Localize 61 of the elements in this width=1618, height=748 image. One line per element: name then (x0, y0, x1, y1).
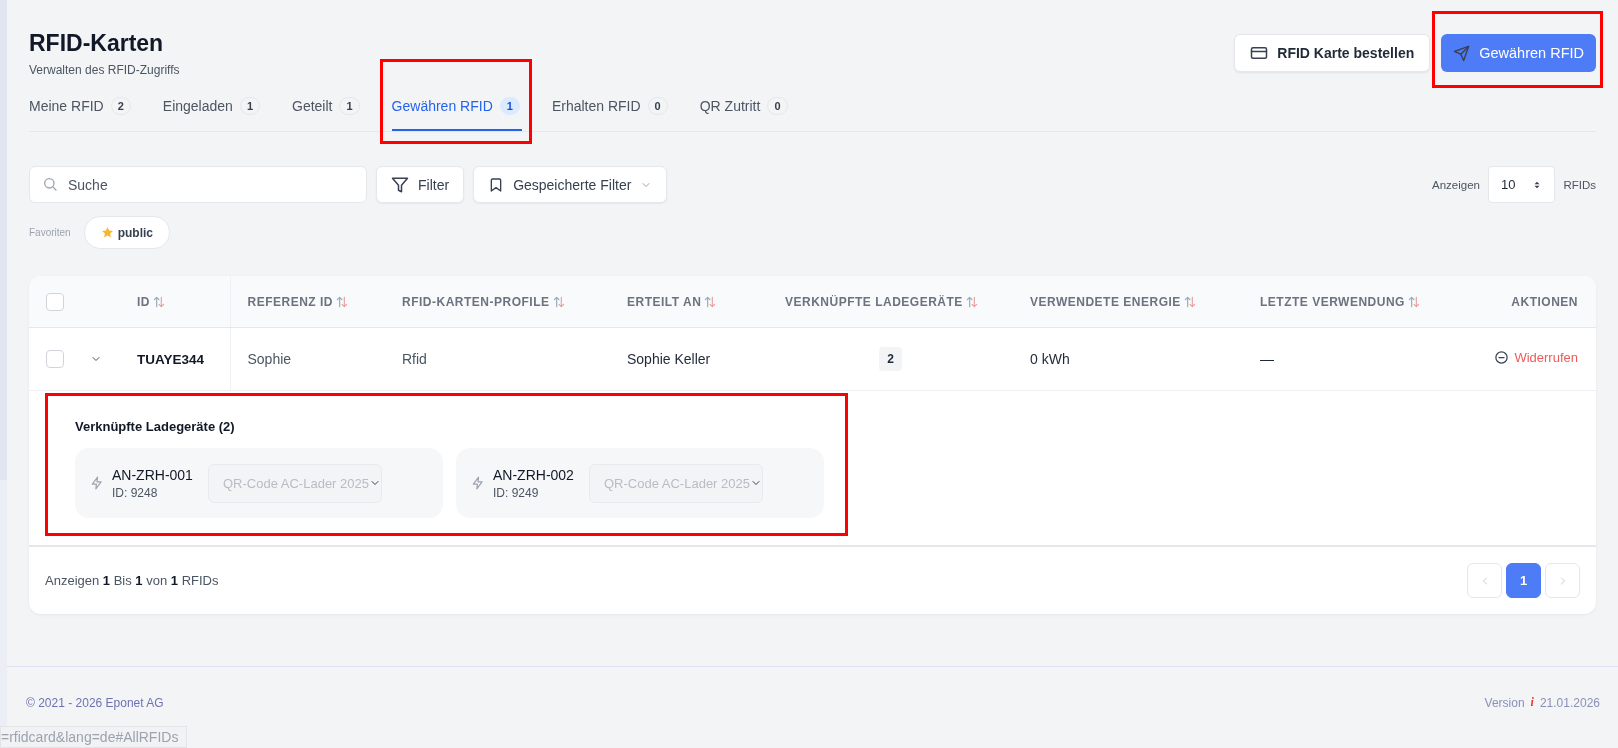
search-icon (42, 176, 58, 192)
tab[interactable]: Geteilt 1 (292, 85, 362, 131)
table-cell: TUAYE344 (137, 352, 205, 367)
tab[interactable]: Eingeladen 1 (162, 85, 262, 131)
favorite-chip[interactable]: public (83, 216, 171, 249)
table-cell: Sophie Keller (627, 351, 711, 367)
column-header: VERWENDETE ENERGIE (1030, 294, 1181, 309)
copyright-text: © 2021 - 2026 Eponet AG (26, 695, 164, 710)
table-cell: — (1260, 351, 1274, 367)
table-cell: Rfid (402, 351, 427, 367)
count-badge: 0 (767, 97, 788, 115)
page-size-unit: RFIDs (1563, 178, 1596, 191)
checkbox[interactable] (46, 292, 64, 311)
checkbox[interactable] (46, 350, 64, 369)
column-header: RFID-KARTEN-PROFILE (402, 294, 550, 309)
filter-button[interactable]: Filter (376, 166, 465, 203)
column-header: AKTIONEN (1511, 294, 1578, 309)
table-cell: Sophie (247, 351, 292, 367)
card-icon (1250, 44, 1269, 62)
grant-button[interactable]: Gewähren RFID (1441, 34, 1596, 72)
count-badge: 1 (499, 97, 520, 115)
column-header: LETZTE VERWENDUNG (1260, 294, 1405, 309)
page-subtitle: Verwalten des RFID-Zugriffs (29, 63, 180, 77)
star-icon (100, 226, 114, 239)
count-badge: 2 (110, 97, 131, 115)
page-size-select[interactable]: 10 (1487, 166, 1556, 203)
tab[interactable]: Meine RFID 2 (29, 85, 133, 131)
pagination-summary: Anzeigen 1 Bis 1 von 1 RFIDs (45, 573, 219, 588)
tab[interactable]: Gewähren RFID 1 (391, 85, 522, 131)
charger-name: AN-ZRH-002 (493, 466, 575, 483)
count-badge: 1 (339, 97, 360, 115)
charger-name: AN-ZRH-001 (112, 466, 194, 483)
filter-icon (391, 175, 409, 194)
search-field[interactable]: Suche (29, 166, 367, 203)
tab[interactable]: QR Zutritt 0 (699, 85, 790, 131)
count-badge: 1 (239, 97, 260, 115)
order-card-button[interactable]: RFID Karte bestellen (1234, 34, 1431, 72)
column-header: ERTEILT AN (627, 294, 702, 309)
column-header: REFERENZ ID (247, 294, 333, 309)
send-icon (1453, 44, 1471, 62)
version-label: Version (1484, 695, 1525, 710)
charger-id: ID: 9248 (112, 485, 159, 500)
page-title: RFID-Karten (29, 29, 165, 57)
minus-circle-icon (1494, 350, 1510, 365)
version-date: 21.01.2026 (1539, 695, 1600, 710)
bolt-icon (90, 476, 104, 490)
page-button[interactable]: 1 (1506, 563, 1541, 598)
status-url: =rfidcard&lang=de#AllRFIDs (0, 726, 188, 748)
bolt-icon (471, 476, 485, 490)
count-badge: 2 (879, 347, 902, 371)
count-badge: 0 (647, 97, 668, 115)
section-title: Verknüpfte Ladegeräte (2) (75, 419, 236, 434)
charger-id: ID: 9249 (493, 485, 540, 500)
page-size-label: Anzeigen (1431, 178, 1480, 191)
saved-filters-dropdown[interactable]: Gespeicherte Filter (473, 166, 668, 203)
favorites-label: Favoriten (29, 227, 71, 238)
info-mark[interactable]: i (1530, 695, 1534, 710)
column-header: VERKNÜPFTE LADEGERÄTE (785, 294, 963, 309)
table-cell: 0 kWh (1030, 351, 1070, 367)
column-header: ID (137, 294, 150, 309)
tab[interactable]: Erhalten RFID 0 (551, 85, 670, 131)
